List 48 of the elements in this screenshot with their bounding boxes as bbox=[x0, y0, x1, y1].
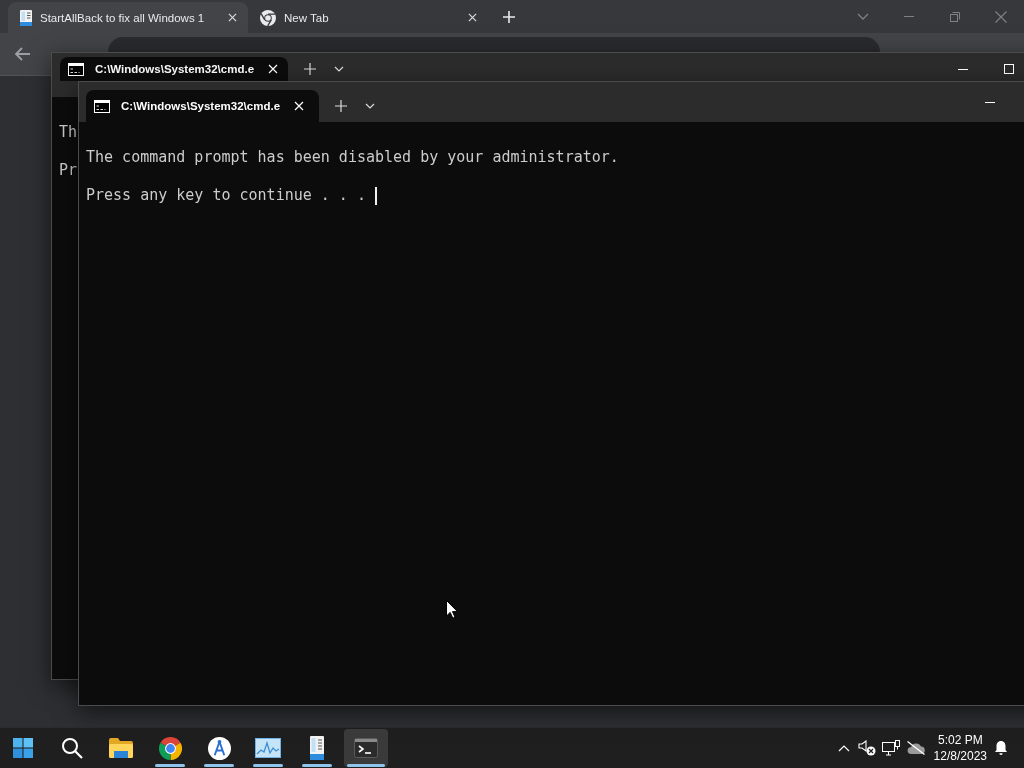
terminal-line: Pr bbox=[59, 161, 78, 180]
console-icon bbox=[94, 99, 110, 113]
restore-icon bbox=[950, 11, 960, 22]
line-chart-icon bbox=[255, 738, 281, 758]
bell-icon bbox=[994, 740, 1008, 756]
speaker-muted-icon bbox=[857, 740, 876, 756]
drafting-compass-icon bbox=[207, 736, 231, 760]
notifications-button[interactable] bbox=[993, 740, 1009, 756]
cloud-off-icon bbox=[905, 741, 926, 755]
chevron-down-icon bbox=[365, 103, 376, 109]
close-icon bbox=[995, 10, 1007, 23]
browser-logo-icon bbox=[158, 736, 182, 760]
browser-logo-icon bbox=[260, 9, 276, 26]
terminal-tab[interactable]: C:\Windows\System32\cmd.e bbox=[86, 90, 320, 122]
close-icon bbox=[227, 13, 237, 22]
clock-date: 12/8/2023 bbox=[933, 748, 987, 764]
document-panel-icon bbox=[20, 9, 32, 26]
network-monitor-icon bbox=[881, 740, 900, 756]
minimize-icon bbox=[904, 16, 914, 17]
start-logo-icon bbox=[13, 738, 33, 758]
chevron-down-icon bbox=[857, 13, 869, 20]
close-icon bbox=[268, 64, 279, 74]
chevron-down-icon bbox=[334, 66, 345, 72]
minimize-icon bbox=[985, 101, 995, 103]
plus-icon bbox=[304, 63, 317, 75]
close-icon bbox=[467, 13, 477, 22]
terminal-tab[interactable]: C:\Windows\System32\cmd.e bbox=[60, 57, 289, 81]
chevron-up-icon bbox=[837, 744, 850, 752]
terminal-line: The command prompt has been disabled by your administrator. bbox=[86, 148, 619, 167]
close-icon bbox=[294, 101, 305, 111]
browser-tab[interactable]: New Tab bbox=[248, 2, 488, 33]
search-icon bbox=[61, 737, 83, 759]
plus-icon bbox=[335, 100, 348, 112]
back-arrow-icon bbox=[14, 47, 30, 61]
document-panel-icon bbox=[310, 736, 324, 760]
folder-icon bbox=[109, 738, 133, 758]
terminal-line: Th bbox=[59, 123, 78, 142]
terminal-icon bbox=[354, 738, 378, 758]
terminal-line: Press any key to continue . . . bbox=[86, 186, 366, 205]
mouse-pointer-icon bbox=[446, 600, 458, 619]
minimize-icon bbox=[958, 68, 968, 70]
taskbar-button[interactable] bbox=[344, 729, 388, 767]
maximize-icon bbox=[1004, 64, 1014, 74]
address-field[interactable] bbox=[108, 37, 880, 52]
browser-tab[interactable]: StartAllBack to fix all Windows 1 bbox=[8, 2, 248, 33]
clock-time: 5:02 PM bbox=[937, 732, 983, 748]
plus-icon bbox=[503, 10, 515, 23]
console-icon bbox=[68, 62, 84, 76]
